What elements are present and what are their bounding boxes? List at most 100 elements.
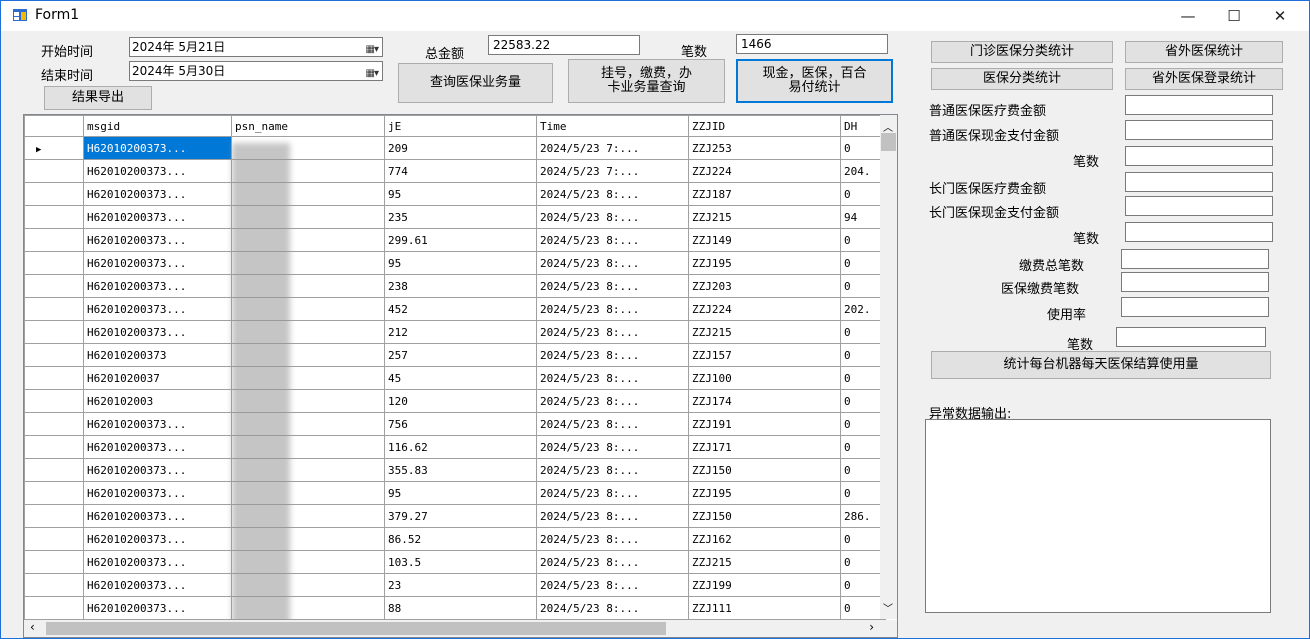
table-cell-msgid[interactable]: H62010200373... [83,251,232,275]
normal-cash-pay-field[interactable] [1125,120,1273,140]
table-row[interactable]: H62010200373... 116.62 2024/5/23 8:... ZZJ1… [24,435,886,459]
table-cell-dh[interactable]: 0 [840,136,886,160]
table-cell-je[interactable]: 116.62 [384,435,537,459]
machine-daily-usage-button[interactable]: 统计每台机器每天医保结算使用量 [931,351,1271,379]
calendar-dropdown-icon[interactable]: ▦▾ [366,41,380,59]
table-cell-zzjid[interactable]: ZZJ100 [688,366,841,390]
table-cell-msgid[interactable]: H62010200373... [83,297,232,321]
table-cell-je[interactable]: 88 [384,596,537,620]
start-date-picker[interactable]: 2024年 5月21日 ▦▾ [129,37,383,57]
row-header[interactable] [24,205,84,229]
table-cell-dh[interactable]: 0 [840,343,886,367]
vertical-scroll-thumb[interactable] [881,133,896,151]
table-cell-dh[interactable]: 0 [840,550,886,574]
column-header[interactable]: ZZJID [688,115,841,137]
table-cell-time[interactable]: 2024/5/23 8:... [536,182,689,206]
register-pay-card-query-button[interactable]: 挂号，缴费，办 卡业务量查询 [568,59,725,103]
table-row[interactable]: H62010200373... 379.27 2024/5/23 8:... ZZJ1… [24,504,886,528]
table-cell-time[interactable]: 2024/5/23 8:... [536,366,689,390]
table-cell-zzjid[interactable]: ZZJ215 [688,550,841,574]
row-header[interactable] [24,320,84,344]
table-row[interactable]: H62010200373... 774 2024/5/23 7:... ZZJ224 2… [24,159,886,183]
row-header[interactable] [24,251,84,275]
table-cell-time[interactable]: 2024/5/23 8:... [536,412,689,436]
table-cell-msgid[interactable]: H62010200373... [83,435,232,459]
table-cell-time[interactable]: 2024/5/23 8:... [536,550,689,574]
table-cell-msgid[interactable]: H62010200373... [83,596,232,620]
outpatient-category-stats-button[interactable]: 门诊医保分类统计 [931,41,1113,63]
table-cell-zzjid[interactable]: ZZJ174 [688,389,841,413]
query-medical-volume-button[interactable]: 查询医保业务量 [398,63,553,103]
row-header[interactable] [24,159,84,183]
row-header[interactable] [24,412,84,436]
table-cell-zzjid[interactable]: ZZJ224 [688,297,841,321]
table-cell-zzjid[interactable]: ZZJ171 [688,435,841,459]
table-cell-time[interactable]: 2024/5/23 8:... [536,389,689,413]
count-field-3[interactable] [1116,327,1266,347]
table-cell-msgid[interactable]: H62010200373... [83,136,232,160]
row-header[interactable] [24,550,84,574]
out-of-province-stats-button[interactable]: 省外医保统计 [1125,41,1283,63]
table-row[interactable]: H62010200373... 23 2024/5/23 8:... ZZJ199 0 [24,573,886,597]
column-header[interactable]: Time [536,115,689,137]
table-row[interactable]: H62010200373... 238 2024/5/23 8:... ZZJ203 0 [24,274,886,298]
table-row[interactable]: ▶ H62010200373... 209 2024/5/23 7:... ZZJ253… [24,136,886,160]
table-cell-dh[interactable]: 0 [840,435,886,459]
horizontal-scrollbar[interactable]: ‹ › [24,620,880,637]
table-cell-dh[interactable]: 94 [840,205,886,229]
normal-medical-fee-field[interactable] [1125,95,1273,115]
total-payments-field[interactable] [1121,249,1269,269]
table-cell-dh[interactable]: 204. [840,159,886,183]
row-header[interactable] [24,527,84,551]
table-row[interactable]: H62010200373... 355.83 2024/5/23 8:... ZZJ1… [24,458,886,482]
table-cell-zzjid[interactable]: ZZJ157 [688,343,841,367]
table-row[interactable]: H620102003 120 2024/5/23 8:... ZZJ174 0 [24,389,886,413]
scroll-up-icon[interactable]: ︿ [883,119,893,134]
table-row[interactable]: H62010200373... 95 2024/5/23 8:... ZZJ195 0 [24,251,886,275]
column-header[interactable]: psn_name [231,115,385,137]
table-cell-time[interactable]: 2024/5/23 7:... [536,159,689,183]
row-header[interactable] [24,343,84,367]
table-cell-je[interactable]: 756 [384,412,537,436]
row-header[interactable] [24,389,84,413]
row-header[interactable]: ▶ [24,136,84,160]
table-cell-je[interactable]: 103.5 [384,550,537,574]
table-cell-time[interactable]: 2024/5/23 8:... [536,320,689,344]
table-cell-msgid[interactable]: H62010200373... [83,504,232,528]
table-cell-je[interactable]: 379.27 [384,504,537,528]
table-cell-je[interactable]: 238 [384,274,537,298]
table-cell-zzjid[interactable]: ZZJ195 [688,251,841,275]
row-header[interactable] [24,297,84,321]
table-cell-msgid[interactable]: H62010200373 [83,343,232,367]
table-cell-msgid[interactable]: H620102003 [83,389,232,413]
table-cell-msgid[interactable]: H62010200373... [83,412,232,436]
table-cell-dh[interactable]: 0 [840,182,886,206]
minimize-button[interactable]: — [1165,1,1211,31]
table-cell-zzjid[interactable]: ZZJ150 [688,458,841,482]
table-cell-je[interactable]: 257 [384,343,537,367]
table-row[interactable]: H62010200373... 95 2024/5/23 8:... ZZJ187 0 [24,182,886,206]
table-cell-je[interactable]: 299.61 [384,228,537,252]
table-cell-time[interactable]: 2024/5/23 8:... [536,435,689,459]
count-field[interactable]: 1466 [736,34,888,54]
table-cell-zzjid[interactable]: ZZJ111 [688,596,841,620]
table-cell-dh[interactable]: 0 [840,320,886,344]
table-cell-dh[interactable]: 0 [840,596,886,620]
table-cell-msgid[interactable]: H62010200373... [83,527,232,551]
row-header[interactable] [24,182,84,206]
row-header[interactable] [24,596,84,620]
table-cell-zzjid[interactable]: ZZJ224 [688,159,841,183]
table-cell-dh[interactable]: 0 [840,573,886,597]
table-cell-zzjid[interactable]: ZZJ187 [688,182,841,206]
end-date-picker[interactable]: 2024年 5月30日 ▦▾ [129,61,383,81]
table-row[interactable]: H62010200373... 452 2024/5/23 8:... ZZJ224 2… [24,297,886,321]
row-header[interactable] [24,435,84,459]
table-cell-dh[interactable]: 0 [840,527,886,551]
table-cell-msgid[interactable]: H62010200373... [83,182,232,206]
table-row[interactable]: H62010200373... 756 2024/5/23 8:... ZZJ191 0 [24,412,886,436]
table-cell-dh[interactable]: 0 [840,389,886,413]
table-cell-msgid[interactable]: H62010200373... [83,228,232,252]
table-cell-time[interactable]: 2024/5/23 8:... [536,228,689,252]
table-cell-time[interactable]: 2024/5/23 8:... [536,527,689,551]
table-cell-je[interactable]: 774 [384,159,537,183]
